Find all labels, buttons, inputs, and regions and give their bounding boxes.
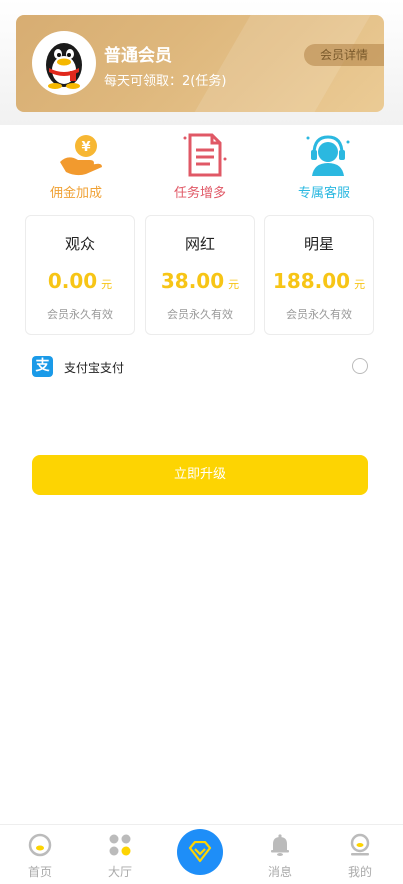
payment-radio[interactable] bbox=[352, 358, 368, 374]
benefit-commission: ¥ 佣金加成 bbox=[16, 130, 136, 205]
plan-card-star[interactable]: 明星 188.00 元 会员永久有效 bbox=[264, 215, 374, 335]
document-icon bbox=[183, 133, 227, 177]
plan-price-amount: 0.00 bbox=[47, 269, 98, 293]
plan-price-amount: 38.00 bbox=[160, 269, 225, 293]
upgrade-button[interactable]: 立即升级 bbox=[32, 455, 368, 495]
plan-options: 观众 0.00 元 会员永久有效 网红 38.00 元 会员永久有效 明星 188.… bbox=[25, 215, 375, 335]
tab-label: 首页 bbox=[27, 865, 52, 879]
plan-price: 188.00 元 bbox=[265, 269, 373, 293]
plan-price-unit: 元 bbox=[228, 278, 240, 291]
plan-card-influencer[interactable]: 网红 38.00 元 会员永久有效 bbox=[145, 215, 255, 335]
payment-label: 支付宝支付 bbox=[64, 361, 125, 375]
benefit-label: 佣金加成 bbox=[49, 186, 102, 201]
benefit-label: 专属客服 bbox=[297, 186, 350, 201]
payment-option-alipay[interactable]: 支 支付宝支付 bbox=[32, 356, 372, 378]
avatar bbox=[32, 31, 96, 95]
plan-price: 38.00 元 bbox=[146, 269, 254, 293]
profile-icon bbox=[350, 833, 370, 856]
tab-vip-center[interactable] bbox=[177, 829, 223, 875]
plan-price-unit: 元 bbox=[354, 278, 366, 291]
tab-hall[interactable]: 大厅 bbox=[80, 825, 160, 884]
home-icon bbox=[28, 833, 52, 857]
svg-text:¥: ¥ bbox=[81, 140, 90, 155]
hall-icon bbox=[109, 834, 131, 856]
tab-label: 大厅 bbox=[107, 865, 132, 879]
benefit-service: 专属客服 bbox=[264, 130, 384, 205]
member-detail-button[interactable]: 会员详情 bbox=[304, 44, 384, 66]
bottom-tab-bar: 首页 大厅 消息 我的 bbox=[0, 824, 403, 884]
plan-name: 观众 bbox=[64, 235, 95, 253]
customer-service-icon bbox=[306, 135, 350, 176]
daily-quota-text: 每天可领取：2(任务) bbox=[104, 74, 227, 89]
member-card: 普通会员 每天可领取：2(任务) 会员详情 bbox=[16, 15, 384, 112]
alipay-icon: 支 bbox=[32, 356, 53, 377]
tab-messages[interactable]: 消息 bbox=[240, 825, 320, 884]
hand-coin-icon: ¥ bbox=[60, 135, 102, 176]
plan-card-audience[interactable]: 观众 0.00 元 会员永久有效 bbox=[25, 215, 135, 335]
tab-label: 消息 bbox=[267, 865, 292, 879]
tab-home[interactable]: 首页 bbox=[0, 825, 80, 884]
plan-name: 网红 bbox=[184, 235, 215, 253]
plan-price-amount: 188.00 bbox=[272, 269, 351, 293]
tab-profile[interactable]: 我的 bbox=[320, 825, 400, 884]
plan-validity: 会员永久有效 bbox=[47, 308, 113, 321]
benefit-label: 任务增多 bbox=[173, 186, 226, 201]
plan-name: 明星 bbox=[303, 235, 334, 253]
plan-price-unit: 元 bbox=[101, 278, 113, 291]
qq-penguin-icon bbox=[46, 43, 82, 89]
bell-icon bbox=[271, 834, 289, 856]
benefit-tasks: 任务增多 bbox=[140, 130, 260, 205]
plan-validity: 会员永久有效 bbox=[286, 308, 352, 321]
plan-price: 0.00 元 bbox=[26, 269, 134, 293]
plan-validity: 会员永久有效 bbox=[167, 308, 233, 321]
member-level-title: 普通会员 bbox=[104, 46, 172, 66]
diamond-icon bbox=[188, 841, 212, 863]
benefits-row: ¥ 佣金加成 任务增多 专属客服 bbox=[0, 130, 403, 205]
tab-label: 我的 bbox=[347, 865, 372, 879]
